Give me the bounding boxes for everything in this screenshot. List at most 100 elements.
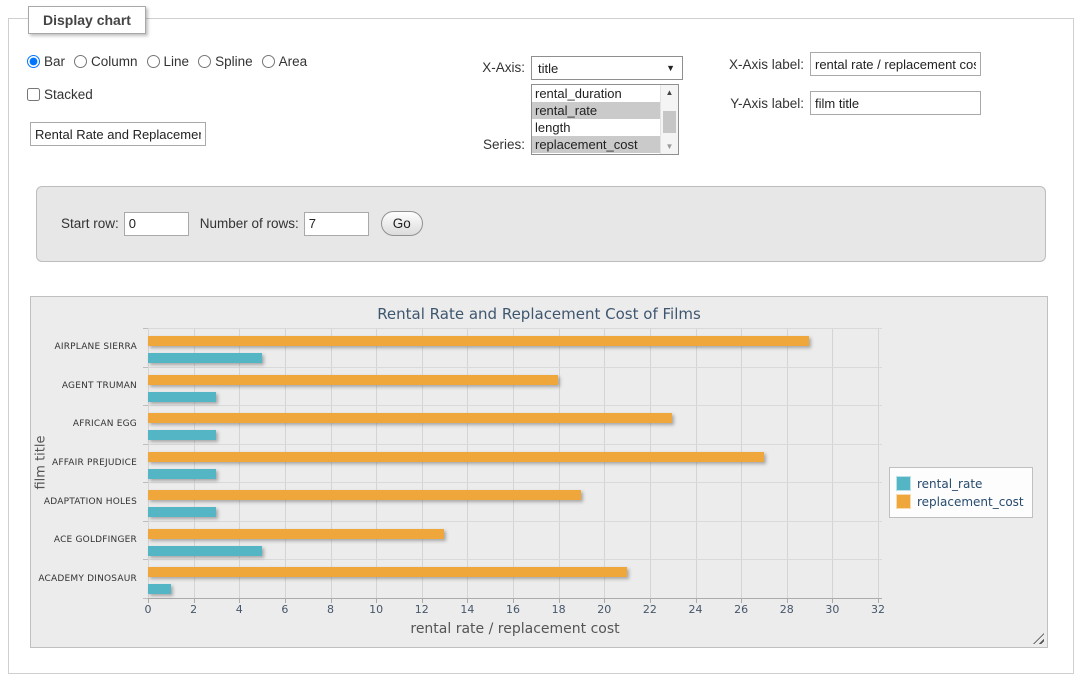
plot-area (148, 328, 882, 599)
bar-rental_rate[interactable] (148, 507, 216, 517)
category-label: AFFAIR PREJUDICE (31, 458, 137, 468)
x-tick-label-6: 6 (281, 603, 288, 616)
category-label: ACADEMY DINOSAUR (31, 574, 137, 584)
bar-replacement_cost[interactable] (148, 413, 672, 423)
series-option-rental_duration[interactable]: rental_duration (532, 85, 661, 102)
x-tick-label-8: 8 (327, 603, 334, 616)
x-tick-label-30: 30 (825, 603, 839, 616)
chart-type-option-bar: Bar (27, 54, 65, 69)
series-option-length[interactable]: length (532, 119, 661, 136)
bar-rental_rate[interactable] (148, 584, 171, 594)
radio-label: Column (91, 54, 138, 69)
x-axis-tick-labels: 02468101214161820222426283032 (148, 603, 882, 617)
radio-label: Line (164, 54, 190, 69)
y-axis-category-labels: AIRPLANE SIERRAAGENT TRUMANAFRICAN EGGAF… (31, 328, 143, 598)
bar-replacement_cost[interactable] (148, 567, 627, 577)
x-axis-selected-value: title (538, 61, 558, 76)
x-tick-label-28: 28 (780, 603, 794, 616)
scroll-up-icon[interactable]: ▲ (661, 85, 678, 100)
category-band-6 (148, 559, 882, 598)
y-axis-label-input[interactable] (810, 91, 981, 115)
radio-label: Bar (44, 54, 65, 69)
series-options: rental_durationrental_ratelengthreplacem… (532, 85, 678, 153)
y-tick-mark (143, 598, 148, 599)
category-label: AGENT TRUMAN (31, 381, 137, 391)
x-tick-label-0: 0 (145, 603, 152, 616)
listbox-scrollbar[interactable]: ▲ ▼ (660, 85, 678, 154)
x-tick-label-32: 32 (871, 603, 885, 616)
series-listbox[interactable]: rental_durationrental_ratelengthreplacem… (531, 84, 679, 155)
x-axis-text-label: X-Axis label: (694, 57, 804, 72)
chart-title: Rental Rate and Replacement Cost of Film… (31, 305, 1047, 323)
legend-label: rental_rate (917, 477, 982, 491)
bar-replacement_cost[interactable] (148, 452, 764, 462)
bar-rental_rate[interactable] (148, 392, 216, 402)
bar-replacement_cost[interactable] (148, 529, 444, 539)
stacked-checkbox-row: Stacked (27, 87, 93, 106)
bar-rental_rate[interactable] (148, 430, 216, 440)
x-tick-label-14: 14 (460, 603, 474, 616)
chart-container: Rental Rate and Replacement Cost of Film… (30, 296, 1048, 648)
series-option-replacement_cost[interactable]: replacement_cost (532, 136, 661, 153)
chart-type-radio-group: Bar Column Line Spline Area (27, 54, 316, 69)
x-tick-label-18: 18 (552, 603, 566, 616)
resize-handle-icon[interactable] (1033, 633, 1044, 644)
scroll-down-icon[interactable]: ▼ (661, 139, 678, 154)
radio-bar[interactable] (27, 55, 40, 68)
bar-replacement_cost[interactable] (148, 490, 581, 500)
go-button[interactable]: Go (381, 211, 423, 236)
radio-label: Area (279, 54, 308, 69)
num-rows-label: Number of rows: (200, 216, 299, 231)
chart-legend: rental_rate replacement_cost (889, 467, 1033, 518)
x-tick-label-12: 12 (415, 603, 429, 616)
start-row-input[interactable] (124, 212, 189, 236)
series-select-label: Series: (410, 137, 525, 152)
rows-panel: Start row: Number of rows: Go (36, 186, 1046, 262)
x-tick-label-16: 16 (506, 603, 520, 616)
fieldset-legend: Display chart (28, 6, 146, 34)
num-rows-input[interactable] (304, 212, 369, 236)
start-row-label: Start row: (61, 216, 119, 231)
x-tick-label-2: 2 (190, 603, 197, 616)
radio-spline[interactable] (198, 55, 211, 68)
stacked-label: Stacked (27, 87, 93, 102)
radio-line[interactable] (147, 55, 160, 68)
bar-rental_rate[interactable] (148, 469, 216, 479)
x-tick-label-22: 22 (643, 603, 657, 616)
chart-type-option-area: Area (262, 54, 308, 69)
category-band-3 (148, 444, 882, 483)
legend-item-replacement_cost[interactable]: replacement_cost (896, 494, 1024, 509)
bar-rental_rate[interactable] (148, 353, 262, 363)
chart-type-option-line: Line (147, 54, 190, 69)
legend-item-rental_rate[interactable]: rental_rate (896, 476, 1024, 491)
x-axis-select[interactable]: title ▼ (531, 56, 683, 80)
bar-rental_rate[interactable] (148, 546, 262, 556)
bar-replacement_cost[interactable] (148, 336, 809, 346)
legend-label: replacement_cost (917, 495, 1024, 509)
chart-type-option-spline: Spline (198, 54, 253, 69)
x-tick-label-24: 24 (689, 603, 703, 616)
radio-column[interactable] (74, 55, 87, 68)
chart-title-input[interactable] (30, 122, 206, 146)
category-band-4 (148, 482, 882, 521)
category-band-1 (148, 367, 882, 406)
series-option-rental_rate[interactable]: rental_rate (532, 102, 661, 119)
legend-swatch-replacement_cost (896, 494, 911, 509)
chart-x-axis-title: rental rate / replacement cost (148, 621, 882, 637)
scrollbar-thumb[interactable] (663, 111, 676, 133)
category-label: ACE GOLDFINGER (31, 535, 137, 545)
category-band-0 (148, 328, 882, 367)
bar-replacement_cost[interactable] (148, 375, 558, 385)
radio-label: Spline (215, 54, 253, 69)
x-tick-label-10: 10 (369, 603, 383, 616)
x-axis-label-input[interactable] (810, 52, 981, 76)
x-tick-label-4: 4 (236, 603, 243, 616)
radio-area[interactable] (262, 55, 275, 68)
x-axis-select-label: X-Axis: (410, 60, 525, 75)
category-label: AIRPLANE SIERRA (31, 342, 137, 352)
x-tick-label-26: 26 (734, 603, 748, 616)
chart-type-option-column: Column (74, 54, 138, 69)
stacked-checkbox[interactable] (27, 88, 40, 101)
rows-panel-controls: Start row: Number of rows: Go (61, 211, 423, 236)
page: Display chart Bar Column Line Spline Area St… (0, 0, 1081, 681)
